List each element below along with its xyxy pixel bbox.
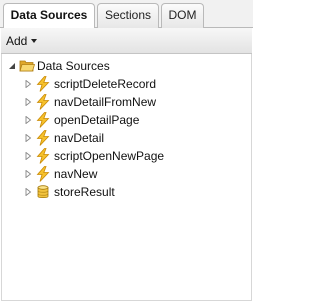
tab-sections[interactable]: Sections xyxy=(97,3,159,28)
tree-node-data-sources[interactable]: Data Sources xyxy=(2,57,242,75)
add-dropdown-button[interactable]: Add xyxy=(6,33,38,49)
lightning-icon xyxy=(35,112,51,128)
data-sources-panel: Data Sources Sections DOM Add Data Sourc… xyxy=(0,0,253,302)
tree-node-label: scriptDeleteRecord xyxy=(54,77,157,91)
tree-node-label: storeResult xyxy=(54,185,115,199)
tree-node-storeResult[interactable]: storeResult xyxy=(2,183,242,201)
collapsed-triangle-icon[interactable] xyxy=(24,116,32,124)
collapsed-triangle-icon[interactable] xyxy=(24,98,32,106)
tree-node-label: navNew xyxy=(54,167,98,181)
tree-node-scriptDeleteRecord[interactable]: scriptDeleteRecord xyxy=(2,75,242,93)
lightning-icon xyxy=(35,148,51,164)
expanded-triangle-icon[interactable] xyxy=(8,62,16,70)
tab-dom[interactable]: DOM xyxy=(161,3,204,28)
tree-node-openDetailPage[interactable]: openDetailPage xyxy=(2,111,242,129)
collapsed-triangle-icon[interactable] xyxy=(24,80,32,88)
tree-node-navNew[interactable]: navNew xyxy=(2,165,242,183)
tree-node-navDetailFromNew[interactable]: navDetailFromNew xyxy=(2,93,242,111)
tab-data-sources[interactable]: Data Sources xyxy=(3,3,95,29)
toolbar: Add xyxy=(1,28,252,54)
database-icon xyxy=(35,184,51,200)
caret-down-icon xyxy=(31,38,38,43)
collapsed-triangle-icon[interactable] xyxy=(24,134,32,142)
tree-node-label: scriptOpenNewPage xyxy=(54,149,165,163)
lightning-icon xyxy=(35,94,51,110)
collapsed-triangle-icon[interactable] xyxy=(24,152,32,160)
tree-node-navDetail[interactable]: navDetail xyxy=(2,129,242,147)
tree-node-label: navDetail xyxy=(54,131,105,145)
folder-open-icon xyxy=(19,58,35,74)
tree-node-label: openDetailPage xyxy=(54,113,140,127)
tree-node-scriptOpenNewPage[interactable]: scriptOpenNewPage xyxy=(2,147,242,165)
add-label: Add xyxy=(6,34,28,48)
lightning-icon xyxy=(35,130,51,146)
tab-bar: Data Sources Sections DOM xyxy=(0,0,253,29)
tree-node-label: Data Sources xyxy=(37,59,110,73)
tree-view: Data Sources scriptDeleteRecord navDetai… xyxy=(1,54,252,301)
lightning-icon xyxy=(35,166,51,182)
collapsed-triangle-icon[interactable] xyxy=(24,170,32,178)
tree-node-label: navDetailFromNew xyxy=(54,95,157,109)
collapsed-triangle-icon[interactable] xyxy=(24,188,32,196)
lightning-icon xyxy=(35,76,51,92)
